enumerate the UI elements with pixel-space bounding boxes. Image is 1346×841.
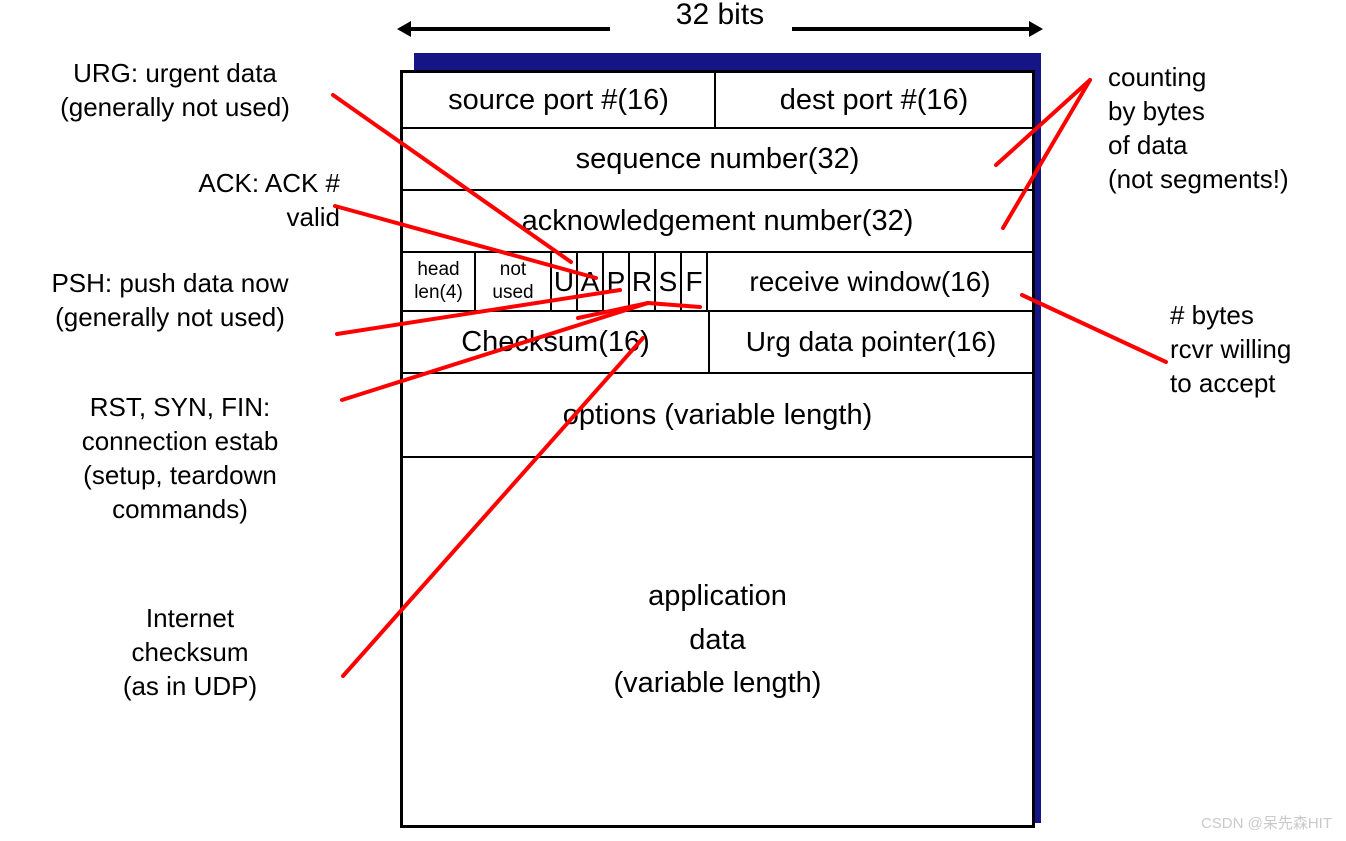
flag-bit-psh: P [604, 253, 630, 310]
head-len-line-2: len(4) [414, 281, 463, 303]
table-row-checksum: Checksum(16) Urg data pointer(16) [403, 312, 1032, 374]
tcp-segment-structure-diagram: 32 bits source port #(16) dest port #(16… [0, 0, 1346, 841]
tcp-header-table: source port #(16) dest port #(16) sequen… [400, 70, 1035, 828]
annotation-rst-syn-fin: RST, SYN, FIN: connection estab (setup, … [81, 392, 279, 524]
not-used-line-1: not [499, 259, 527, 281]
flag-bit-rst: R [630, 253, 656, 310]
flag-bit-syn: S [656, 253, 682, 310]
field-urg-data-pointer: Urg data pointer(16) [745, 326, 997, 358]
flag-bit-ack: A [578, 253, 604, 310]
arrow-left-head-icon [397, 21, 411, 37]
table-row-ports: source port #(16) dest port #(16) [403, 73, 1032, 129]
annotation-ack: ACK: ACK # valid [198, 168, 340, 232]
arrow-right-icon [792, 21, 1043, 37]
field-head-len: head len(4) [403, 253, 476, 310]
field-receive-window: receive window(16) [749, 265, 991, 297]
field-options: options (variable length) [562, 398, 873, 431]
flag-bit-urg: U [552, 253, 578, 310]
annotation-urg: URG: urgent data (generally not used) [60, 58, 290, 122]
leader-line-rcvr-bytes [1020, 293, 1168, 364]
annotation-rcvr-bytes: # bytes rcvr willing to accept [1170, 300, 1292, 398]
app-data-line-2: data [689, 623, 746, 656]
field-sequence-number: sequence number(32) [575, 142, 860, 175]
table-row-application-data: application data (variable length) [403, 458, 1032, 822]
table-row-sequence: sequence number(32) [403, 129, 1032, 191]
not-used-line-2: used [492, 281, 534, 303]
table-row-flags: head len(4) not used U A P R S F receive… [403, 253, 1032, 312]
field-ack-number: acknowledgement number(32) [521, 204, 914, 237]
bit-width-indicator: 32 bits [397, 0, 1043, 46]
annotation-psh: PSH: push data now (generally not used) [51, 268, 289, 332]
app-data-line-1: application [648, 580, 787, 612]
field-checksum: Checksum(16) [403, 312, 710, 372]
field-application-data: application data (variable length) [403, 458, 1032, 822]
annotation-internet-checksum: Internet checksum (as in UDP) [122, 603, 258, 701]
app-data-line-3: (variable length) [613, 667, 822, 699]
field-not-used: not used [476, 253, 552, 310]
arrow-right-head-icon [1029, 21, 1043, 37]
table-row-acknowledgement: acknowledgement number(32) [403, 191, 1032, 253]
field-source-port: source port #(16) [403, 73, 716, 127]
watermark-label: CSDN @呆先森HIT [1200, 815, 1332, 832]
table-row-options: options (variable length) [403, 374, 1032, 458]
annotation-counting-by-bytes: counting by bytes of data (not segments!… [1108, 62, 1289, 194]
field-dest-port: dest port #(16) [779, 83, 969, 116]
arrow-left-icon [397, 21, 610, 37]
head-len-line-1: head [417, 259, 460, 281]
flag-bit-fin: F [682, 253, 708, 310]
